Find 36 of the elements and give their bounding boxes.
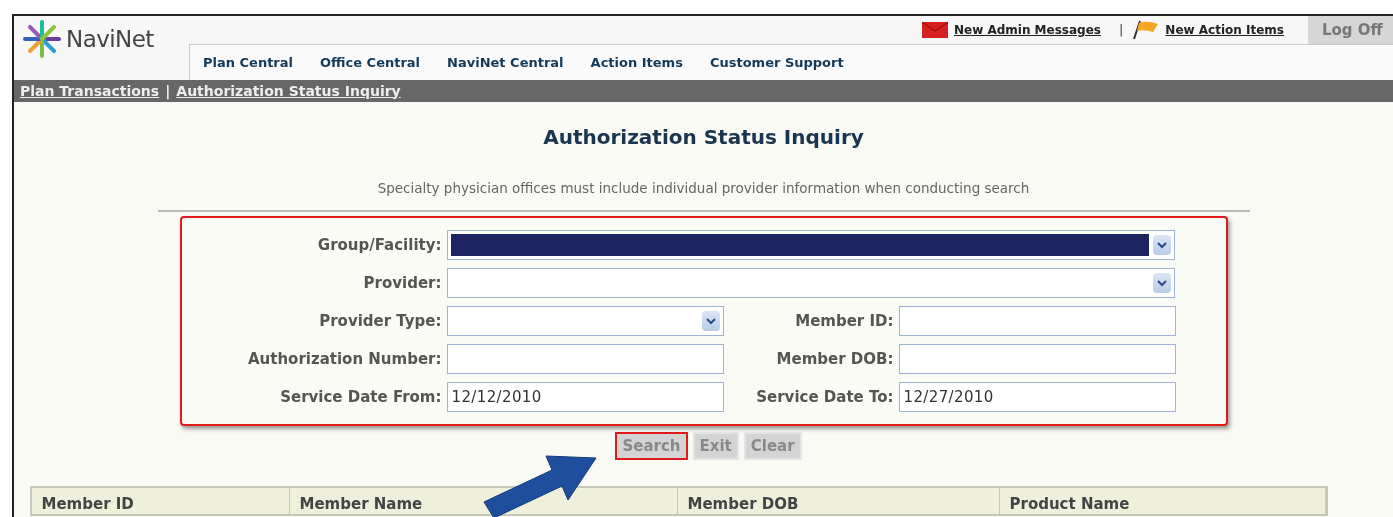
input-field[interactable]: 12/12/2010: [446, 382, 724, 413]
breadcrumb-link[interactable]: Authorization Status Inquiry: [176, 80, 401, 102]
dropdown-field[interactable]: [446, 268, 1175, 299]
page-title: Authorization Status Inquiry: [543, 124, 864, 151]
field-label: Group/Facility:: [316, 235, 443, 256]
column-header[interactable]: Product Name: [999, 488, 1326, 515]
nav-tab[interactable]: Action Items: [590, 52, 683, 73]
field-label: Provider:: [362, 273, 443, 294]
field-label: Authorization Number:: [246, 349, 443, 370]
input-field[interactable]: [898, 344, 1176, 375]
input-field[interactable]: [446, 344, 724, 375]
logo-text: NaviNet: [66, 24, 154, 54]
header-link[interactable]: New Action Items: [1165, 21, 1284, 39]
instruction-text: Specialty physician offices must include individual provider information when conducting search: [377, 179, 1030, 198]
dropdown-field[interactable]: [446, 230, 1175, 261]
nav-tab[interactable]: NaviNet Central: [447, 52, 564, 73]
field-label: Member ID:: [794, 311, 895, 332]
field-label: Service Date To:: [755, 387, 895, 408]
field-label: Service Date From:: [279, 387, 443, 408]
input-field[interactable]: 12/27/2010: [898, 382, 1176, 413]
separator: |: [1118, 21, 1124, 40]
column-header[interactable]: Member ID: [31, 488, 290, 515]
nav-tab[interactable]: Plan Central: [203, 52, 293, 73]
logo-icon: [22, 19, 62, 59]
field-label: Member DOB:: [775, 349, 895, 370]
dropdown-field[interactable]: [446, 306, 724, 337]
field-label: Provider Type:: [318, 311, 443, 332]
nav-tab[interactable]: Office Central: [320, 52, 421, 73]
flag-icon: [1131, 20, 1160, 40]
header-link[interactable]: New Admin Messages: [953, 21, 1101, 39]
column-header[interactable]: Member DOB: [677, 488, 1000, 515]
envelope-icon: [921, 22, 948, 38]
separator: |: [165, 81, 171, 102]
nav-tab[interactable]: Customer Support: [709, 52, 844, 73]
breadcrumb-link[interactable]: Plan Transactions: [20, 80, 160, 102]
input-field[interactable]: [898, 306, 1176, 337]
